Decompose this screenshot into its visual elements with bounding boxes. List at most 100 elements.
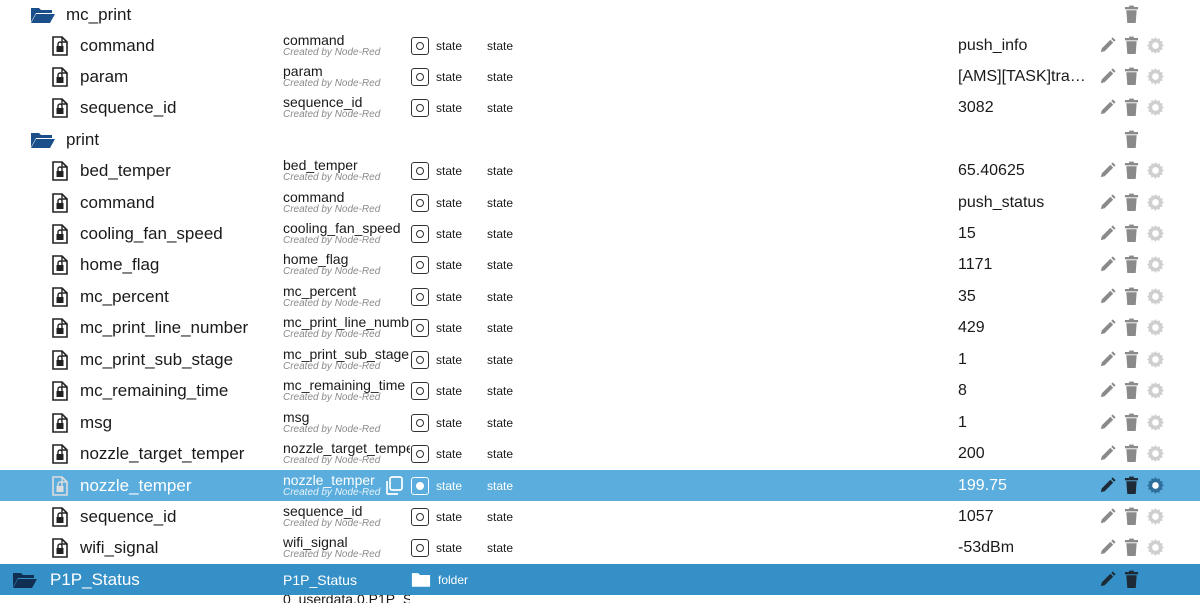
settings-gear-icon[interactable] <box>1145 375 1165 406</box>
state-row[interactable]: home_flag home_flag Created by Node-Red s… <box>0 249 1200 280</box>
state-type-icon <box>409 30 431 61</box>
state-title-text: mc_remaining_time <box>283 376 406 393</box>
edit-pencil-icon[interactable] <box>1097 187 1117 218</box>
delete-icon[interactable] <box>1121 30 1141 61</box>
state-value: 15 <box>958 225 976 242</box>
settings-gear-icon[interactable] <box>1145 30 1165 61</box>
edit-pencil-icon[interactable] <box>1097 532 1117 563</box>
delete-icon[interactable] <box>1121 375 1141 406</box>
delete-icon[interactable] <box>1121 249 1141 280</box>
created-by-label: Created by Node-Red <box>283 454 381 466</box>
settings-gear-icon[interactable] <box>1145 312 1165 343</box>
edit-pencil-icon[interactable] <box>1097 407 1117 438</box>
state-row[interactable]: sequence_id sequence_id Created by Node-R… <box>0 92 1200 123</box>
edit-pencil-icon[interactable] <box>1097 344 1117 375</box>
settings-gear-icon[interactable] <box>1145 218 1165 249</box>
state-row[interactable]: command command Created by Node-Red state… <box>0 30 1200 61</box>
folder-open-icon[interactable] <box>30 124 58 155</box>
role-label: state <box>487 415 514 430</box>
type-label: state <box>436 446 463 461</box>
state-row[interactable]: mc_print_sub_stage mc_print_sub_stage Cre… <box>0 344 1200 375</box>
state-row[interactable]: msg msg Created by Node-Red state state 1 <box>0 407 1200 438</box>
delete-icon[interactable] <box>1121 344 1141 375</box>
delete-icon[interactable] <box>1121 532 1141 563</box>
settings-gear-icon[interactable] <box>1145 407 1165 438</box>
state-title: nozzle_target_tempe Created by Node-Red <box>283 438 410 469</box>
delete-icon[interactable] <box>1121 281 1141 312</box>
state-row[interactable]: mc_remaining_time mc_remaining_time Creat… <box>0 375 1200 406</box>
delete-icon[interactable] <box>1121 187 1141 218</box>
state-row[interactable]: mc_print_line_number mc_print_line_numb C… <box>0 312 1200 343</box>
state-title-text: mc_percent <box>283 282 357 299</box>
edit-pencil-icon[interactable] <box>1097 312 1117 343</box>
delete-icon[interactable] <box>1121 124 1141 155</box>
state-title-text: nozzle_target_tempe <box>283 439 410 456</box>
state-value: 1 <box>958 414 967 431</box>
settings-gear-icon[interactable] <box>1145 438 1165 469</box>
settings-gear-icon[interactable] <box>1145 470 1165 501</box>
state-row[interactable]: bed_temper bed_temper Created by Node-Red… <box>0 155 1200 186</box>
settings-gear-icon[interactable] <box>1145 61 1165 92</box>
settings-gear-icon[interactable] <box>1145 281 1165 312</box>
role-label: state <box>487 540 514 555</box>
folder-row-print[interactable]: print <box>0 124 1200 155</box>
settings-gear-icon[interactable] <box>1145 501 1165 532</box>
folder-open-icon[interactable] <box>12 564 40 595</box>
delete-icon[interactable] <box>1121 501 1141 532</box>
settings-gear-icon[interactable] <box>1145 532 1165 563</box>
settings-gear-icon[interactable] <box>1145 92 1165 123</box>
created-by-label: Created by Node-Red <box>283 77 381 89</box>
state-type-icon <box>409 375 431 406</box>
type-label: state <box>436 100 463 115</box>
state-row[interactable]: param param Created by Node-Red state sta… <box>0 61 1200 92</box>
delete-icon[interactable] <box>1121 564 1141 595</box>
state-row[interactable]: nozzle_target_temper nozzle_target_tempe… <box>0 438 1200 469</box>
state-row[interactable]: sequence_id sequence_id Created by Node-R… <box>0 501 1200 532</box>
settings-gear-icon[interactable] <box>1145 344 1165 375</box>
state-file-lock-icon <box>50 249 70 280</box>
delete-icon[interactable] <box>1121 155 1141 186</box>
edit-pencil-icon[interactable] <box>1097 438 1117 469</box>
delete-icon[interactable] <box>1121 0 1141 30</box>
delete-icon[interactable] <box>1121 407 1141 438</box>
edit-pencil-icon[interactable] <box>1097 218 1117 249</box>
edit-pencil-icon[interactable] <box>1097 61 1117 92</box>
folder-row-p1p-status[interactable]: P1P_Status P1P_Status folder <box>0 564 1200 595</box>
folder-row-mc-print[interactable]: mc_print <box>0 0 1200 30</box>
delete-icon[interactable] <box>1121 438 1141 469</box>
state-id: sequence_id <box>80 506 177 526</box>
state-title-text: mc_print_sub_stage <box>283 345 410 362</box>
edit-pencil-icon[interactable] <box>1097 155 1117 186</box>
state-file-lock-icon <box>50 92 70 123</box>
state-type-icon <box>409 61 431 92</box>
edit-pencil-icon[interactable] <box>1097 501 1117 532</box>
state-title: mc_print_line_numb Created by Node-Red <box>283 312 410 343</box>
state-id: bed_temper <box>80 160 171 180</box>
edit-pencil-icon[interactable] <box>1097 564 1117 595</box>
delete-icon[interactable] <box>1121 312 1141 343</box>
state-row[interactable]: mc_percent mc_percent Created by Node-Red… <box>0 281 1200 312</box>
state-row-selected[interactable]: nozzle_temper nozzle_temper Created by No… <box>0 470 1200 501</box>
delete-icon[interactable] <box>1121 218 1141 249</box>
settings-gear-icon[interactable] <box>1145 187 1165 218</box>
partial-row[interactable]: 0_userdata.0.P1P_St <box>0 595 1200 603</box>
state-row[interactable]: cooling_fan_speed cooling_fan_speed Creat… <box>0 218 1200 249</box>
type-label: state <box>436 415 463 430</box>
folder-open-icon[interactable] <box>30 0 58 30</box>
edit-pencil-icon[interactable] <box>1097 249 1117 280</box>
edit-pencil-icon[interactable] <box>1097 281 1117 312</box>
settings-gear-icon[interactable] <box>1145 155 1165 186</box>
edit-pencil-icon[interactable] <box>1097 470 1117 501</box>
state-row[interactable]: wifi_signal wifi_signal Created by Node-R… <box>0 532 1200 563</box>
edit-pencil-icon[interactable] <box>1097 375 1117 406</box>
edit-pencil-icon[interactable] <box>1097 92 1117 123</box>
edit-pencil-icon[interactable] <box>1097 30 1117 61</box>
state-type-icon <box>409 470 431 501</box>
settings-gear-icon[interactable] <box>1145 249 1165 280</box>
copy-icon[interactable] <box>384 470 404 501</box>
state-row[interactable]: command command Created by Node-Red state… <box>0 187 1200 218</box>
delete-icon[interactable] <box>1121 470 1141 501</box>
state-file-lock-icon <box>50 501 70 532</box>
delete-icon[interactable] <box>1121 61 1141 92</box>
delete-icon[interactable] <box>1121 92 1141 123</box>
